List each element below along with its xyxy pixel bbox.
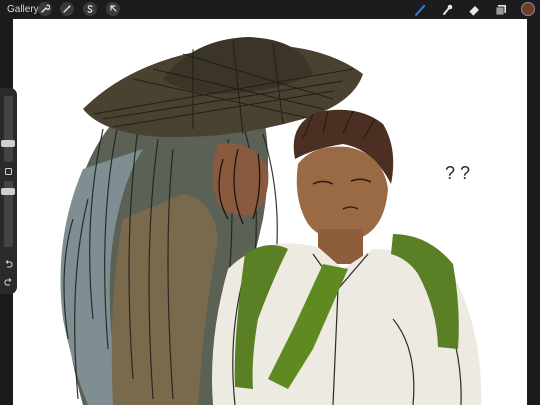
undo-icon[interactable] [3,258,14,269]
magic-wand-icon[interactable] [60,2,74,16]
brush-size-slider[interactable] [4,96,13,162]
smudge-icon[interactable] [438,1,456,18]
selection-s-icon[interactable] [83,2,97,16]
gallery-button[interactable]: Gallery [7,3,39,16]
square-icon[interactable] [3,166,14,177]
brush-sidebar [0,88,17,294]
redo-icon[interactable] [3,276,14,287]
drawing-canvas[interactable]: ? ? [13,19,527,405]
brush-icon[interactable] [411,1,429,18]
top-toolbar: Gallery [0,0,540,19]
wrench-icon[interactable] [38,2,52,16]
artwork-sketch: ? ? [60,37,482,405]
layers-icon[interactable] [492,1,510,18]
eraser-icon[interactable] [465,1,483,18]
svg-text:? ?: ? ? [445,163,470,183]
arrow-cursor-icon[interactable] [106,2,120,16]
brush-size-thumb[interactable] [1,140,15,147]
brush-opacity-thumb[interactable] [1,188,15,195]
current-color-swatch[interactable] [521,2,535,16]
